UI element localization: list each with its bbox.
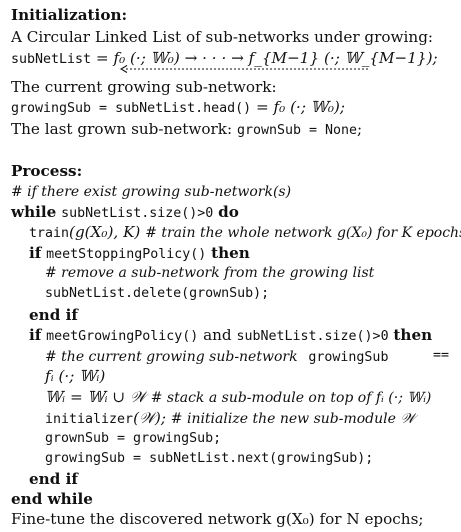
- stop-policy-call: meetStoppingPolicy(): [46, 247, 207, 262]
- if-keyword-2: if: [29, 326, 42, 344]
- while-line: while subNetList.size()>0 do: [11, 203, 239, 223]
- init-heading: Initialization:: [11, 6, 128, 24]
- if-grow-line: if meetGrowingPolicy() and subNetList.si…: [29, 326, 432, 346]
- then-keyword-2: then: [393, 326, 433, 344]
- then-keyword: then: [211, 244, 250, 262]
- end-if-2: end if: [29, 470, 78, 488]
- stack-comment: # stack a sub-module on top of fᵢ (·; 𝕎ᵢ…: [150, 390, 432, 406]
- do-keyword: do: [218, 203, 239, 221]
- initializer-comment: # initialize the new sub-module 𝒲: [170, 411, 416, 427]
- init-list-desc: A Circular Linked List of sub-networks u…: [11, 28, 434, 46]
- growing-sub-init: growingSub = subNetList.head() = f₀ (·; …: [11, 98, 345, 118]
- initializer-line: initializer(𝒲); # initialize the new sub…: [45, 409, 415, 429]
- subnet-var: subNetList: [11, 52, 92, 67]
- while-condition: subNetList.size()>0: [61, 206, 214, 221]
- while-keyword: while: [11, 203, 57, 221]
- and-keyword: and: [203, 326, 232, 344]
- grown-end: ;: [357, 120, 363, 138]
- assign-grown-line: grownSub = growingSub;: [45, 431, 222, 446]
- grown-desc: The last grown sub-network:: [11, 120, 233, 138]
- grow-cond-2: subNetList.size()>0: [236, 329, 389, 344]
- initializer-args: (𝒲);: [133, 409, 166, 427]
- comment-if-exist: # if there exist growing sub-network(s): [11, 184, 292, 200]
- circular-arrow-icon: [120, 65, 368, 73]
- end-while: end while: [11, 490, 93, 508]
- initializer-call: initializer: [45, 412, 134, 427]
- if-keyword: if: [29, 244, 42, 262]
- end-if-1: end if: [29, 306, 78, 324]
- process-heading: Process:: [11, 162, 83, 180]
- train-line: train(g(X₀), K) # train the whole networ…: [29, 223, 461, 243]
- init-current-desc: The current growing sub-network:: [11, 78, 277, 96]
- train-comment: # train the whole network g(X₀) for K ep…: [145, 225, 461, 241]
- assign-growing-line: growingSub = subNetList.next(growingSub)…: [45, 451, 374, 466]
- current-comment-line: # the current growing sub-network growin…: [45, 347, 449, 367]
- growing-var: growingSub = subNetList.head(): [11, 101, 252, 116]
- delete-line: subNetList.delete(grownSub);: [45, 286, 270, 301]
- train-args: (g(X₀), K): [69, 223, 141, 241]
- finetune-line: Fine-tune the discovered network g(X₀) f…: [11, 510, 424, 528]
- if-stop-line: if meetStoppingPolicy() then: [29, 244, 250, 264]
- remove-comment: # remove a sub-network from the growing …: [45, 265, 375, 281]
- grown-var: grownSub = None: [236, 123, 358, 138]
- eq-symbol: ==: [432, 348, 449, 363]
- current-comment: # the current growing sub-network: [45, 349, 298, 365]
- growing-def: = f₀ (·; 𝕎₀);: [251, 98, 345, 116]
- stack-expr: 𝕎ᵢ = 𝕎ᵢ ∪ 𝒲: [45, 388, 146, 406]
- stack-line: 𝕎ᵢ = 𝕎ᵢ ∪ 𝒲 # stack a sub-module on top …: [45, 388, 431, 407]
- growing-sub-name: growingSub: [308, 350, 389, 365]
- fi-expression: fᵢ (·; 𝕎ᵢ): [45, 367, 106, 385]
- algorithm-block: Initialization: A Circular Linked List o…: [11, 0, 461, 532]
- grown-sub-init: The last grown sub-network: grownSub = N…: [11, 120, 362, 140]
- train-call: train: [29, 226, 70, 241]
- grow-policy-call: meetGrowingPolicy(): [46, 329, 199, 344]
